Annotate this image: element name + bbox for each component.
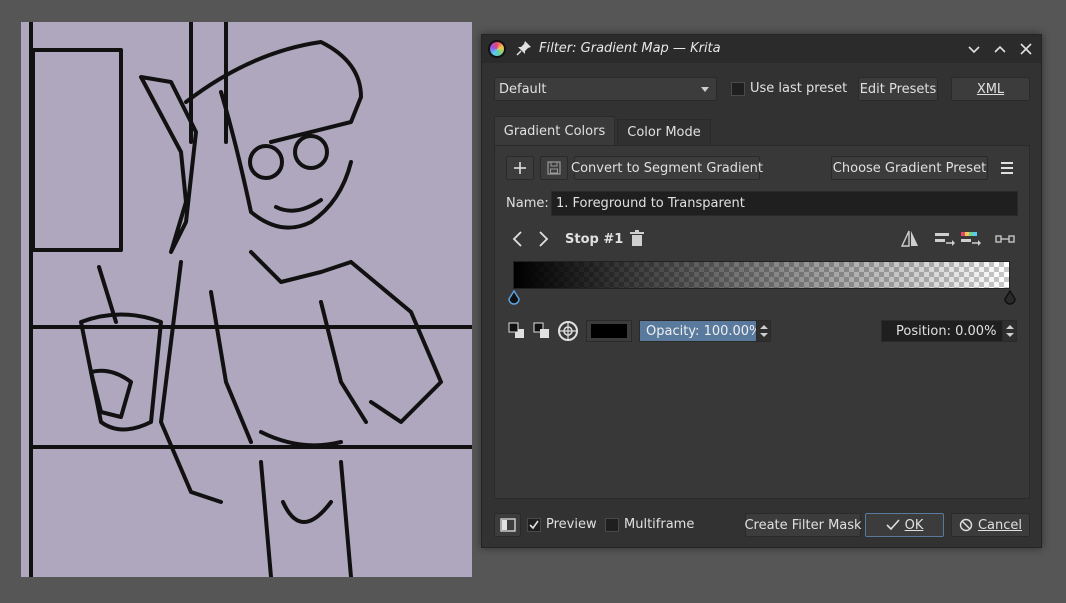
split-view-icon xyxy=(499,518,516,532)
edit-presets-button[interactable]: Edit Presets xyxy=(858,77,938,101)
minimize-icon[interactable] xyxy=(966,41,982,57)
plus-icon xyxy=(514,162,526,174)
pin-icon[interactable] xyxy=(516,40,532,56)
chevron-down-icon xyxy=(701,87,709,92)
xml-button[interactable]: XML xyxy=(951,77,1030,101)
preset-value: Default xyxy=(499,81,547,97)
save-icon xyxy=(547,161,561,175)
opacity-spinbox[interactable]: Opacity: 100.00% xyxy=(639,320,771,342)
toggle-layout-button[interactable] xyxy=(494,513,521,537)
use-last-preset-checkbox[interactable] xyxy=(731,82,745,96)
checkmark-icon xyxy=(886,519,900,531)
cancel-icon xyxy=(959,518,973,532)
cancel-button[interactable]: Cancel xyxy=(951,513,1030,537)
convert-to-segment-button[interactable]: Convert to Segment Gradient xyxy=(571,156,763,180)
position-value: Position: 0.00% xyxy=(896,323,997,339)
tab-color-mode[interactable]: Color Mode xyxy=(617,119,711,145)
preview-label: Preview xyxy=(546,517,597,532)
xml-label: XML xyxy=(976,81,1005,97)
gradient-map-dialog: Filter: Gradient Map — Krita Default Use… xyxy=(481,34,1042,548)
maximize-icon[interactable] xyxy=(992,41,1008,57)
chevron-right-icon[interactable] xyxy=(531,227,555,251)
gradient-name-value: 1. Foreground to Transparent xyxy=(556,196,745,211)
gradient-preview-bar[interactable] xyxy=(513,261,1010,289)
multiframe-checkbox[interactable] xyxy=(605,518,619,532)
gradient-name-input[interactable]: 1. Foreground to Transparent xyxy=(551,191,1018,216)
edit-presets-label: Edit Presets xyxy=(859,81,937,97)
custom-color-icon[interactable] xyxy=(556,319,580,343)
stop-color-swatch xyxy=(591,324,627,338)
stop-color-button[interactable] xyxy=(586,320,632,342)
stop-handle-right-icon[interactable] xyxy=(1004,290,1016,306)
chevron-left-icon[interactable] xyxy=(506,227,530,251)
artwork-drawing xyxy=(29,22,472,577)
trash-icon[interactable] xyxy=(625,227,649,251)
choose-gradient-preset-button[interactable]: Choose Gradient Preset xyxy=(831,156,988,180)
tab-gradient-colors[interactable]: Gradient Colors xyxy=(494,116,615,145)
opacity-value: Opacity: 100.00% xyxy=(646,323,762,339)
foreground-color-icon[interactable] xyxy=(505,319,529,343)
distribute-stops-icon[interactable] xyxy=(932,227,956,251)
name-label: Name: xyxy=(506,196,549,211)
tab-color-mode-label: Color Mode xyxy=(627,125,701,140)
ok-label: OK xyxy=(904,517,924,533)
background-color-icon[interactable] xyxy=(530,319,554,343)
stop-handle-left-icon[interactable] xyxy=(508,290,520,306)
center-stop-icon[interactable] xyxy=(993,227,1017,251)
window-title: Filter: Gradient Map — Krita xyxy=(539,41,721,56)
preset-combo[interactable]: Default xyxy=(494,77,717,101)
tab-gradient-colors-label: Gradient Colors xyxy=(503,123,606,139)
create-filter-mask-button[interactable]: Create Filter Mask xyxy=(744,513,862,537)
stop-label: Stop #1 xyxy=(565,232,624,247)
choose-preset-label: Choose Gradient Preset xyxy=(832,160,987,176)
krita-app-icon xyxy=(488,40,506,58)
position-spin-arrows[interactable] xyxy=(1002,321,1016,341)
cancel-label: Cancel xyxy=(977,517,1023,533)
add-gradient-button[interactable] xyxy=(506,156,534,180)
close-icon[interactable] xyxy=(1018,41,1034,57)
convert-label: Convert to Segment Gradient xyxy=(571,160,763,176)
title-bar[interactable]: Filter: Gradient Map — Krita xyxy=(482,35,1041,63)
preview-checkbox[interactable] xyxy=(527,518,541,532)
canvas-artwork[interactable] xyxy=(21,22,472,577)
checkmark-icon xyxy=(529,520,539,530)
save-gradient-button[interactable] xyxy=(540,156,568,180)
ok-button[interactable]: OK xyxy=(865,513,944,537)
position-spinbox[interactable]: Position: 0.00% xyxy=(881,320,1017,342)
create-mask-label: Create Filter Mask xyxy=(744,517,862,533)
color-stops-icon[interactable] xyxy=(958,227,982,251)
multiframe-label: Multiframe xyxy=(624,517,695,532)
opacity-spin-arrows[interactable] xyxy=(756,321,770,341)
use-last-preset-label: Use last preset xyxy=(750,81,848,96)
flip-gradient-icon[interactable] xyxy=(898,227,922,251)
hamburger-menu-icon[interactable] xyxy=(995,156,1019,180)
